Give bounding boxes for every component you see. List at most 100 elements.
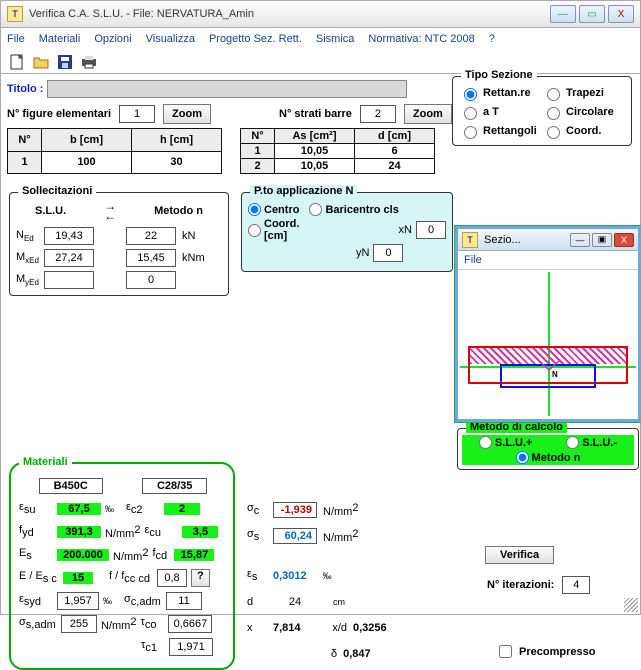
titolo-label: Titolo : — [7, 83, 43, 95]
sigma-sadm-input[interactable] — [61, 615, 97, 633]
menu-materiali[interactable]: Materiali — [39, 33, 81, 45]
num-bars-label: N° strati barre — [279, 108, 352, 120]
sollecitazioni-title: Sollecitazioni — [18, 185, 96, 197]
toolbar — [0, 50, 641, 74]
menu-normativa[interactable]: Normativa: NTC 2008 — [368, 33, 474, 45]
precompresso-checkbox[interactable]: Precompresso — [495, 642, 595, 661]
tau-co-input[interactable] — [168, 615, 212, 633]
metodo-n-label: Metodo n — [154, 205, 203, 217]
x-over-d-value: 0,3256 — [353, 622, 387, 634]
menu-help[interactable]: ? — [489, 33, 495, 45]
m-xed-input[interactable] — [44, 249, 94, 267]
titolo-input[interactable] — [47, 80, 407, 98]
app-icon: T — [7, 6, 23, 22]
esu-value: 67,5 — [57, 503, 101, 515]
help-button[interactable]: ? — [191, 569, 210, 587]
xn-input[interactable] — [416, 221, 446, 239]
metodo-n[interactable]: Metodo n — [516, 451, 581, 464]
num-bars-input[interactable] — [360, 105, 396, 123]
metodo-slu-plus[interactable]: S.L.U.+ — [479, 436, 533, 449]
num-figure-label: N° figure elementari — [7, 108, 111, 120]
tipo-rettangoli[interactable]: Rettangoli — [459, 123, 542, 139]
sigma-cadm-input[interactable] — [166, 592, 202, 610]
delta-value: 0,847 — [343, 648, 371, 660]
bars-table[interactable]: N°As [cm²]d [cm] 110,056 210,0524 — [240, 128, 435, 174]
fyd-value: 391,3 — [57, 526, 101, 538]
window-close-button[interactable]: X — [608, 5, 634, 23]
metodo-slu-minus[interactable]: S.L.U.- — [566, 436, 617, 449]
open-icon[interactable] — [31, 52, 51, 72]
fcc-fcd-input[interactable] — [157, 569, 187, 587]
es-ec-value: 15 — [63, 572, 93, 584]
tipo-trapezi[interactable]: Trapezi — [542, 85, 625, 101]
ecu-value: 3,5 — [182, 526, 218, 538]
n-input-2[interactable] — [126, 227, 176, 245]
results-panel: σc -1,939 N/mm2 σs 60,24 N/mm2 εs 0,3012… — [247, 500, 447, 670]
resize-grip[interactable] — [624, 598, 638, 612]
materiali-title: Materiali — [19, 456, 72, 468]
niter-input[interactable] — [562, 576, 590, 594]
sezio-menu-file[interactable]: File — [458, 251, 638, 270]
zoom-figures-button[interactable]: Zoom — [163, 104, 211, 124]
menu-visualizza[interactable]: Visualizza — [146, 33, 195, 45]
window-maximize-button[interactable]: ▭ — [579, 5, 605, 23]
sezio-close-button[interactable]: X — [614, 233, 634, 247]
menu-opzioni[interactable]: Opzioni — [94, 33, 131, 45]
pto-centro[interactable]: Centro — [248, 203, 299, 216]
window-minimize-button[interactable]: — — [550, 5, 576, 23]
window-titlebar: T Verifica C.A. S.L.U. - File: NERVATURA… — [0, 0, 641, 28]
geometry-table[interactable]: N°b [cm]h [cm] 110030 — [7, 128, 222, 174]
pto-coord[interactable]: Coord.[cm] — [248, 218, 317, 242]
yn-input[interactable] — [373, 244, 403, 262]
epsilon-s-value: 0,3012 — [273, 570, 307, 582]
workspace: Titolo : Tipo Sezione Rettan.re Trapezi … — [0, 74, 641, 615]
sezio-title: Sezio... — [484, 234, 568, 246]
metodo-calcolo-group: Metodo di calcolo S.L.U.+ S.L.U.- Metodo… — [457, 428, 639, 470]
materiali-group: Materiali B450C C28/35 εsu 67,5 ‰ εc2 2 … — [9, 462, 235, 670]
tipo-sezione-group: Tipo Sezione Rettan.re Trapezi a T Circo… — [452, 76, 632, 146]
zoom-bars-button[interactable]: Zoom — [404, 104, 452, 124]
sezio-minimize-button[interactable]: — — [570, 233, 590, 247]
tipo-coord[interactable]: Coord. — [542, 123, 625, 139]
num-figure-input[interactable] — [119, 105, 155, 123]
niter-label: N° iterazioni: — [487, 579, 554, 591]
ec2-value: 2 — [164, 503, 200, 515]
sigma-c-value: -1,939 — [273, 502, 317, 518]
m-input-3[interactable] — [126, 271, 176, 289]
tipo-rettangolare[interactable]: Rettan.re — [459, 85, 542, 101]
pto-applicazione-group: P.to applicazione N Centro Baricentro cl… — [241, 192, 453, 272]
fcd-value: 15,87 — [174, 549, 214, 561]
slu-label: S.L.U. — [35, 205, 66, 217]
section-canvas: N — [458, 270, 638, 418]
section-preview-window[interactable]: T Sezio... — ▣ X File N — [455, 226, 641, 422]
menu-progetto[interactable]: Progetto Sez. Rett. — [209, 33, 302, 45]
window-title: Verifica C.A. S.L.U. - File: NERVATURA_A… — [29, 8, 547, 20]
print-icon[interactable] — [79, 52, 99, 72]
concrete-grade: C28/35 — [142, 478, 207, 494]
n-ed-input[interactable] — [44, 227, 94, 245]
new-icon[interactable] — [7, 52, 27, 72]
pto-title: P.to applicazione N — [250, 185, 357, 197]
save-icon[interactable] — [55, 52, 75, 72]
tipo-sezione-title: Tipo Sezione — [461, 69, 537, 81]
es-value: 200.000 — [57, 549, 109, 561]
steel-grade: B450C — [39, 478, 103, 494]
tau-c1-input[interactable] — [169, 638, 213, 656]
esyd-input[interactable] — [57, 592, 99, 610]
m-input-2[interactable] — [126, 249, 176, 267]
verifica-button[interactable]: Verifica — [485, 546, 554, 564]
tipo-at[interactable]: a T — [459, 104, 542, 120]
sollecitazioni-group: Sollecitazioni S.L.U. → ← Metodo n NEd k… — [9, 192, 229, 296]
x-value: 7,814 — [273, 622, 313, 634]
arrow-left-button[interactable]: ← — [104, 211, 116, 221]
sezio-maximize-button[interactable]: ▣ — [592, 233, 612, 247]
sezio-icon: T — [462, 232, 478, 248]
m-yed-input[interactable] — [44, 271, 94, 289]
pto-baricentro[interactable]: Baricentro cls — [309, 203, 398, 216]
menu-sismica[interactable]: Sismica — [316, 33, 355, 45]
d-value: 24 — [273, 596, 317, 608]
menubar: File Materiali Opzioni Visualizza Proget… — [0, 28, 641, 50]
menu-file[interactable]: File — [7, 33, 25, 45]
metodo-calcolo-title: Metodo di calcolo — [466, 421, 567, 433]
tipo-circolare[interactable]: Circolare — [542, 104, 625, 120]
